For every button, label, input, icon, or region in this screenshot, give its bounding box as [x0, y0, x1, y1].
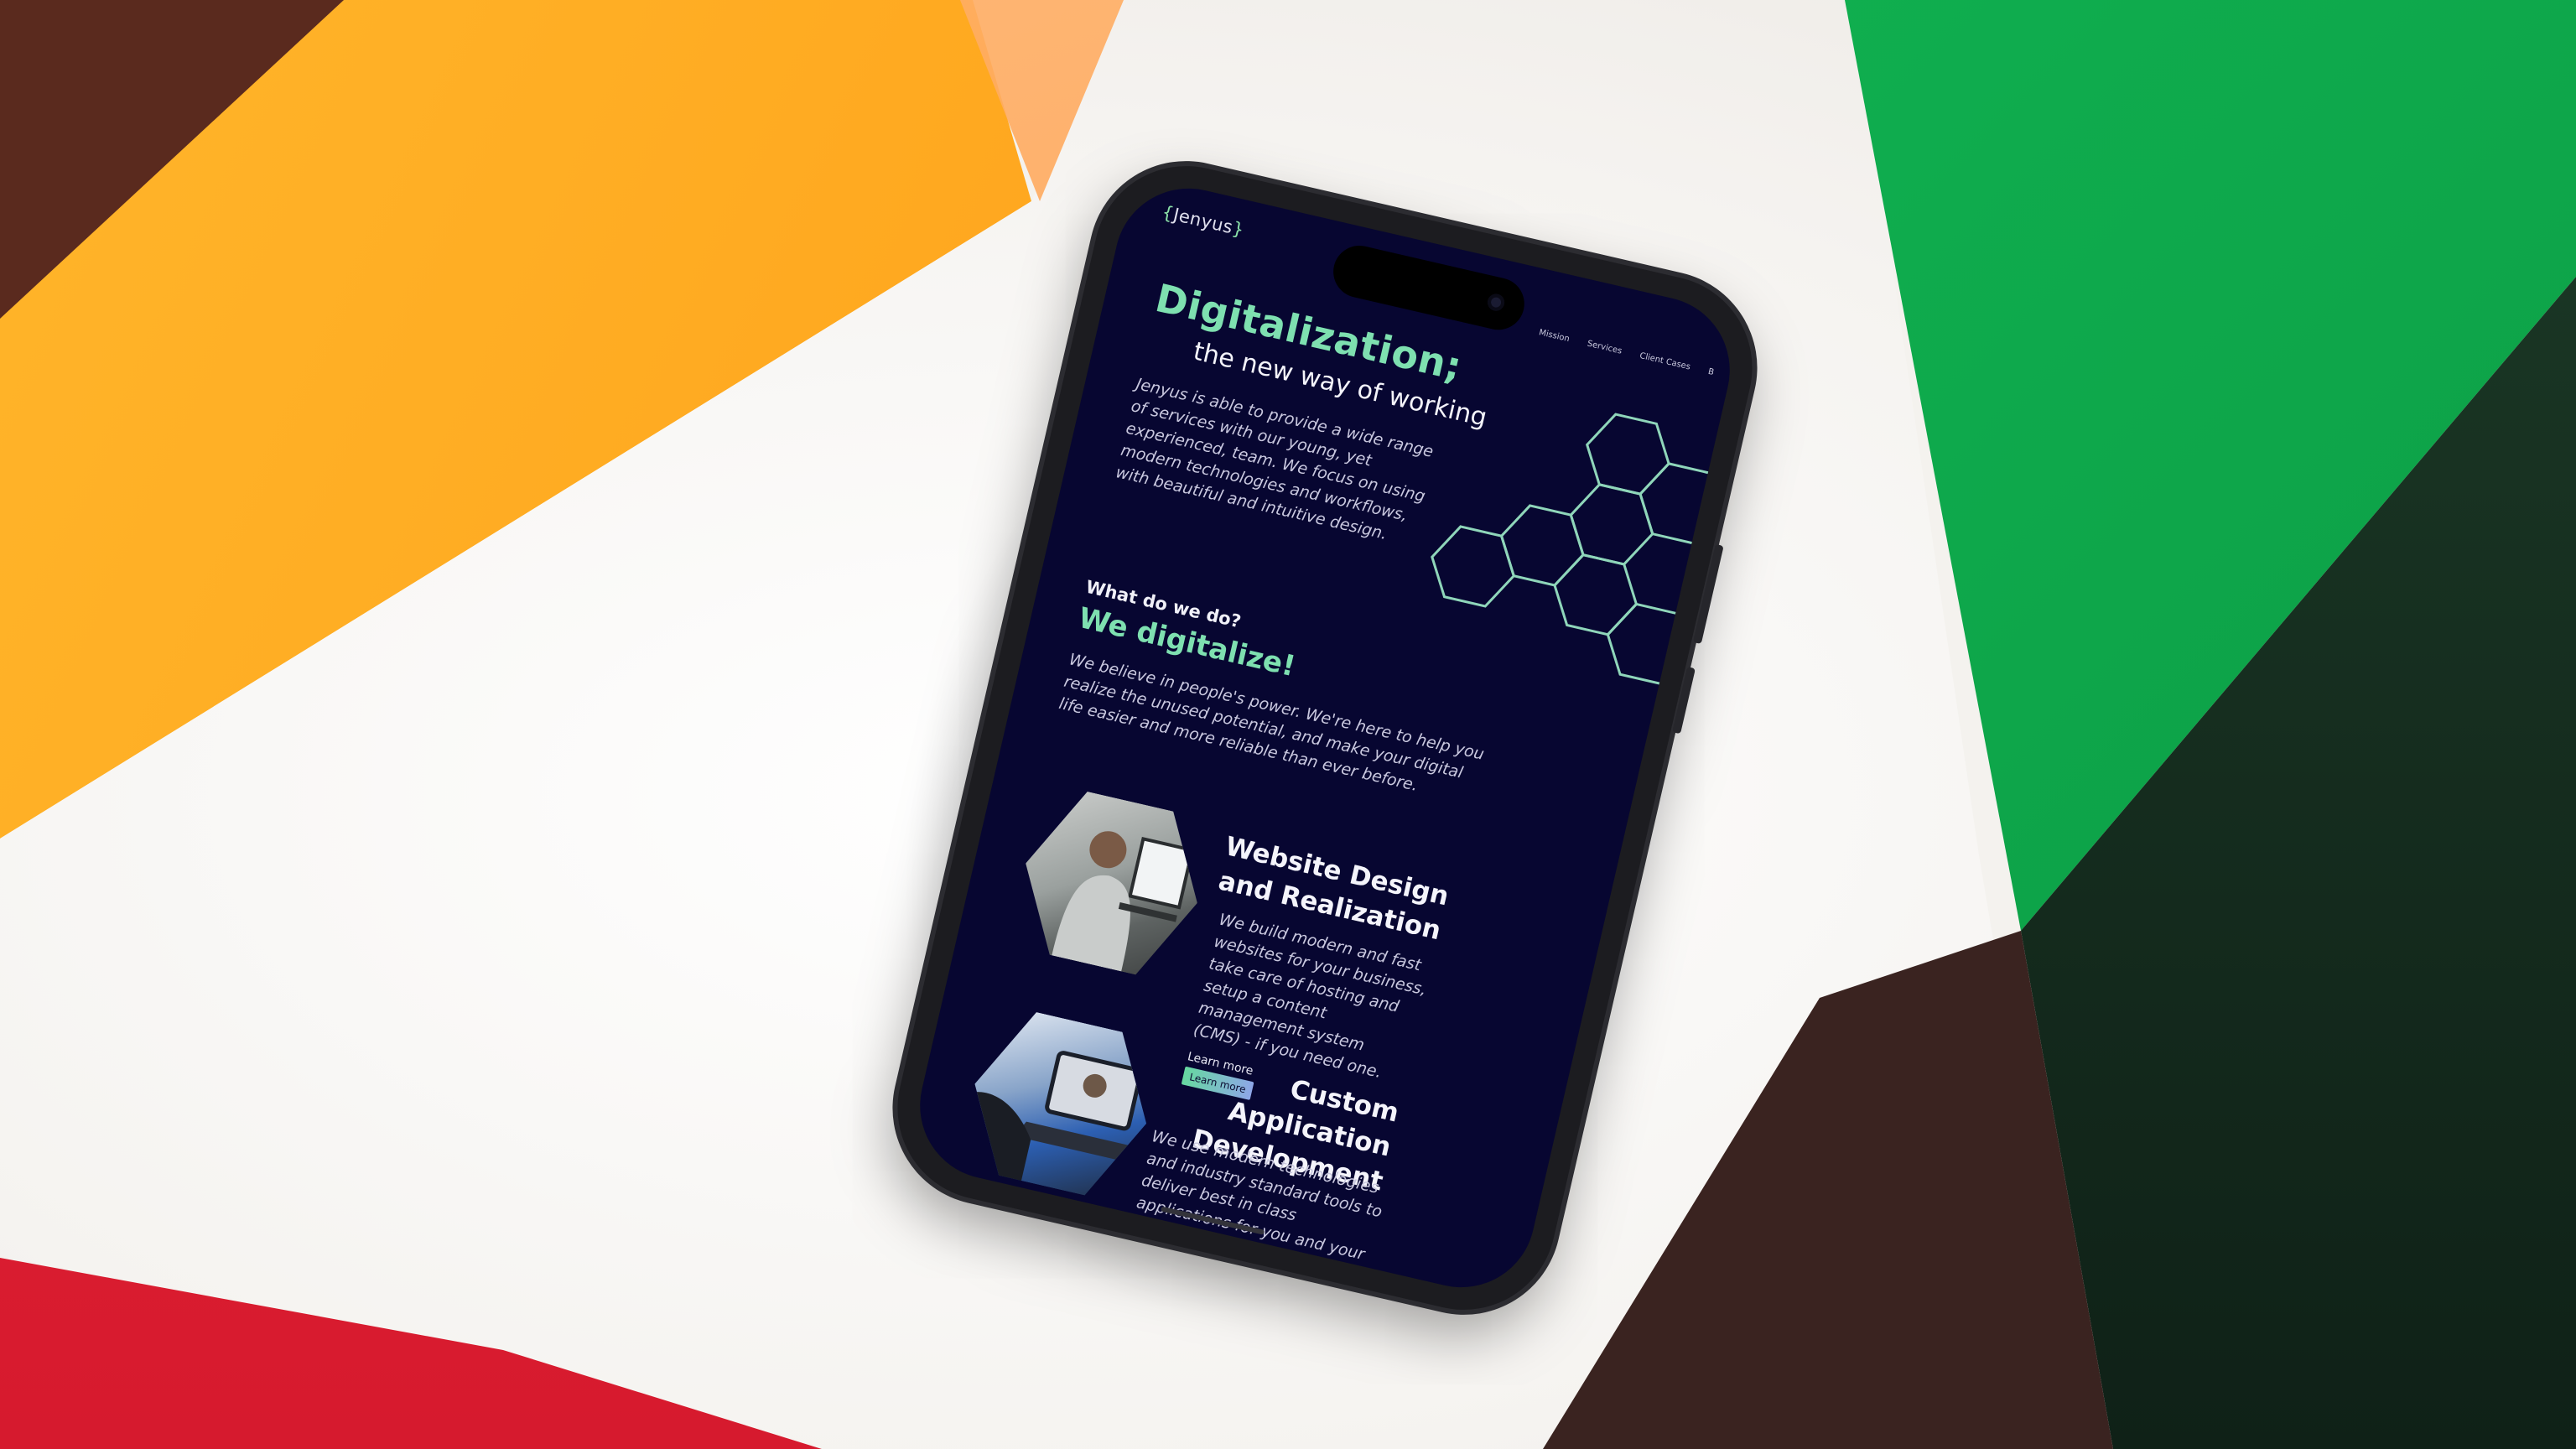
hexagon-outline	[1585, 413, 1670, 496]
hexagon-pattern	[1431, 413, 1724, 686]
camera-lens	[1486, 292, 1507, 313]
site-logo[interactable]: {Jenyus}	[1161, 202, 1247, 241]
nav-menu: Mission Services Client Cases B	[1538, 328, 1715, 377]
hexagon-outline	[1553, 553, 1639, 636]
nav-link-truncated[interactable]: B	[1707, 367, 1715, 377]
hexagon-outline	[1499, 504, 1585, 587]
logo-name: Jenyus	[1171, 204, 1235, 238]
hexagon-outline	[1639, 462, 1724, 545]
hexagon-outline	[1606, 602, 1691, 686]
nav-link-mission[interactable]: Mission	[1538, 328, 1571, 344]
hexagon-outline	[1569, 483, 1654, 566]
nav-link-client-cases[interactable]: Client Cases	[1639, 351, 1691, 372]
nav-link-services[interactable]: Services	[1587, 339, 1623, 356]
hexagon-outline	[1431, 525, 1515, 608]
